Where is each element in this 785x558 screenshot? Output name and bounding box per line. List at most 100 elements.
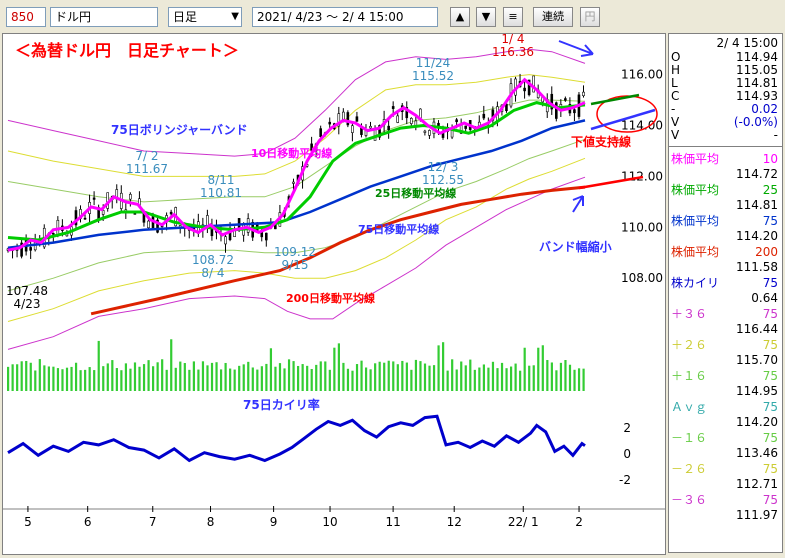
volume-bar [247,361,250,391]
volume-bar [315,364,318,391]
volume-bar [120,370,123,391]
callout-value: 107.48 [6,284,48,298]
menu-button[interactable]: ≡ [503,7,523,27]
volume-bar [541,345,544,391]
ohlc-row: V (-0.0%) [671,115,778,129]
yen-button[interactable]: 円 [580,7,600,27]
indicator-row-value: 75 [762,338,778,352]
candle-body [264,232,268,241]
volume-bar [387,360,390,391]
ohlc-row-label: L [671,76,678,90]
period-value: 日足 [173,10,198,24]
candle-body [523,87,526,92]
volume-bar [84,369,87,391]
indicator-row-label: 株価平均 [671,214,720,228]
volume-bar [56,368,60,391]
volume-bar [478,367,481,391]
indicator-value-row: 115.70 [671,353,778,367]
volume-bar [292,361,295,391]
code-field[interactable]: 850 [6,7,46,27]
volume-bar [582,368,585,391]
ohlc-row: - 0.02 [671,102,778,116]
indicator-row: 株カイリ 75 [671,276,778,290]
volume-bar [537,347,540,391]
resistance-trendline [590,93,640,106]
indicator-row-value: 10 [762,152,778,166]
candle-body [387,125,390,131]
x-tick-label: 7 [149,515,157,529]
volume-bar [514,363,517,391]
up-button[interactable]: ▲ [450,7,470,27]
ohlc-row-value: 115.05 [736,63,778,77]
volume-bar [573,369,576,391]
candle-body [346,112,350,126]
period-select[interactable]: 日足 ▼ [168,7,242,27]
volume-bar [229,368,232,391]
arrow-icon [572,195,584,213]
candle-body [83,217,87,220]
volume-bar [192,361,195,391]
candle-body [92,197,96,200]
ohlc-row-label: H [671,63,681,77]
volume-bar [283,368,286,391]
indicator-value-row-value: 115.70 [736,353,778,367]
candle-body [319,128,322,137]
volume-bar [269,348,273,391]
volume-bar [106,363,109,391]
volume-bar [423,363,427,391]
candle-body [573,109,576,114]
volume-bar [491,361,495,391]
volume-bar [482,364,485,391]
chart-area[interactable]: 116.00114.00112.00110.00108.0020-2567891… [2,32,666,555]
indicator-value-row: 0.64 [671,291,778,305]
ma25-line [7,101,586,242]
volume-bar [378,361,381,391]
volume-bar [550,362,553,391]
volume-bar [396,364,399,391]
indicator-value-row: 114.20 [671,415,778,429]
down-button[interactable]: ▼ [476,7,496,27]
indicator-panel: 2/ 4 15:00 O 114.94 H 115.05 L 114.81 C 114.93 - 0… [668,33,783,553]
callout-value: 115.52 [412,69,454,83]
indicator-row: ＋３６ 75 [671,307,778,321]
indicator-value-row-value: 111.97 [736,508,778,522]
volume-bar [115,368,118,391]
candle-body [482,113,486,119]
volume-bar [414,359,418,391]
volume-bar [233,369,236,391]
volume-bar [20,361,23,391]
indicator-row-value: 75 [762,307,778,321]
volume-bar [265,363,268,391]
renzoku-button[interactable]: 連続 [533,7,573,27]
volume-bar [93,370,96,391]
indicator-value-row: 114.72 [671,167,778,181]
x-tick-label: 6 [84,515,92,529]
volume-bar [437,345,440,391]
volume-bar [568,364,572,391]
arrow-icon [558,40,594,57]
annotation-ma25: 25日移動平均線 [375,186,456,200]
x-tick-label: 22/ 1 [508,515,539,529]
indicator-value-row: 111.58 [671,260,778,274]
candle-body [224,236,227,245]
volume-bar [147,360,150,391]
candle-body [373,129,377,141]
volume-bar [179,361,182,391]
volume-bar [34,370,37,391]
candle-body [355,116,359,122]
annotation-bollinger: 75日ボリンジャーバンド [111,122,248,137]
volume-bar [197,369,200,391]
volume-bar [111,360,114,391]
ohlc-row-label: C [671,89,680,103]
candle-body [29,247,32,251]
ohlc-row: H 115.05 [671,63,778,77]
volume-bar [129,368,132,391]
candle-body [292,181,295,184]
volume-bar [546,360,549,391]
callout-value: 109.12 [274,245,316,259]
indicator-row-label: －２６ [671,462,708,476]
volume-bar [328,369,331,391]
volume-bar [38,359,41,391]
symbol-field[interactable]: ドル円 [50,7,158,27]
date-range-field[interactable]: 2021/ 4/23 〜 2/ 4 15:00 [252,7,438,27]
